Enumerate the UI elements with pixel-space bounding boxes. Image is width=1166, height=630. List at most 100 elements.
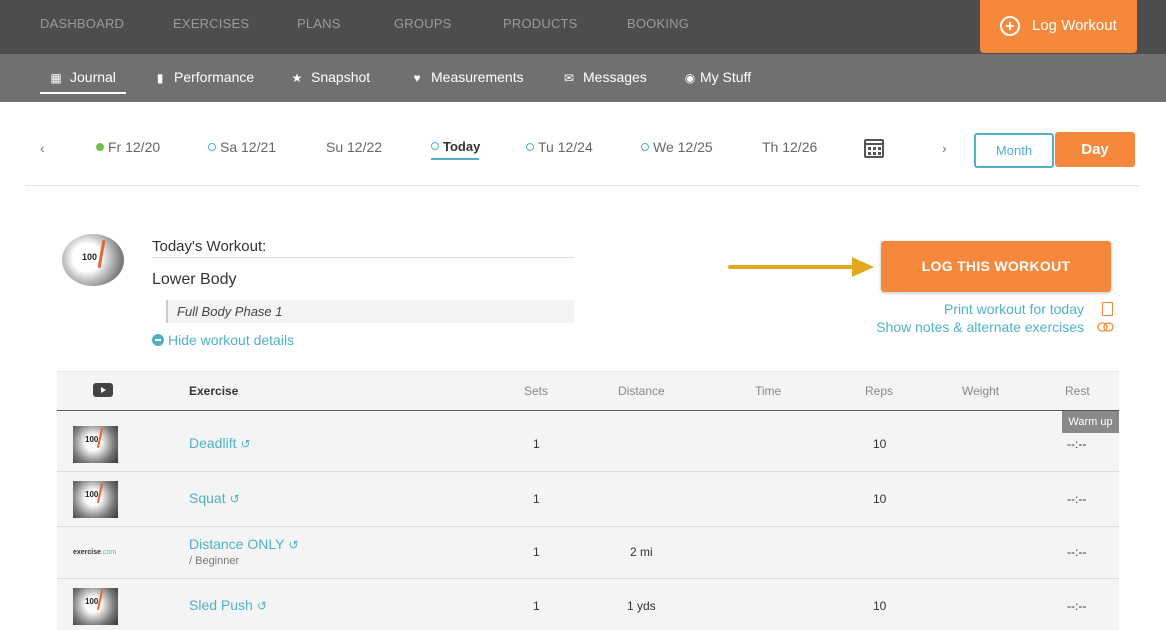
thumb-number: 100 xyxy=(85,597,99,606)
date-today[interactable]: Today xyxy=(431,139,480,154)
month-view-button[interactable]: Month xyxy=(974,133,1054,168)
subnav-performance[interactable]: ▮ Performance xyxy=(152,69,254,85)
nav-products[interactable]: PRODUCTS xyxy=(503,16,578,31)
day-view-button[interactable]: Day xyxy=(1055,132,1135,167)
exercise-link[interactable]: Distance ONLY ↺ xyxy=(189,536,299,552)
date-label: Fr 12/20 xyxy=(108,139,161,155)
star-icon: ★ xyxy=(291,71,303,85)
history-icon[interactable]: ↺ xyxy=(240,437,250,451)
show-notes-link[interactable]: Show notes & alternate exercises xyxy=(876,319,1084,335)
exercise-name: Sled Push xyxy=(189,597,253,613)
subnav-measurements[interactable]: ♥ Measurements xyxy=(409,69,524,85)
date-we-12-25[interactable]: We 12/25 xyxy=(641,139,713,155)
col-sets: Sets xyxy=(524,384,549,398)
minus-circle-icon xyxy=(152,334,164,346)
col-time: Time xyxy=(755,384,782,398)
table-row: 100 Sled Push ↺ 1 1 yds 10 --:-- xyxy=(57,579,1119,630)
subnav-snapshot[interactable]: ★ Snapshot xyxy=(289,69,371,85)
history-icon[interactable]: ↺ xyxy=(288,538,298,552)
date-label: Su 12/22 xyxy=(326,139,383,155)
subnav-my-stuff-label: My Stuff xyxy=(700,69,752,85)
subnav-snapshot-label: Snapshot xyxy=(311,69,371,85)
reps-value: 10 xyxy=(873,492,887,506)
date-label: Sa 12/21 xyxy=(220,139,277,155)
date-sa-12-21[interactable]: Sa 12/21 xyxy=(208,139,276,155)
logo-domain: .com xyxy=(101,549,117,556)
subnav-measurements-label: Measurements xyxy=(431,69,524,85)
date-tu-12-24[interactable]: Tu 12/24 xyxy=(526,139,593,155)
exercise-name: Deadlift xyxy=(189,435,237,451)
next-week-chevron-icon[interactable]: › xyxy=(942,140,947,156)
nav-groups[interactable]: GROUPS xyxy=(394,16,452,31)
exercise-level: / Beginner xyxy=(189,555,240,567)
rest-value: --:-- xyxy=(1067,437,1087,451)
print-workout-link[interactable]: Print workout for today xyxy=(944,301,1084,317)
calendar-icon[interactable] xyxy=(864,139,884,158)
subnav-messages-label: Messages xyxy=(583,69,647,85)
thumb-number: 100 xyxy=(85,435,99,444)
col-exercise: Exercise xyxy=(189,384,239,398)
reps-value: 10 xyxy=(873,437,887,451)
prev-week-chevron-icon[interactable]: ‹ xyxy=(40,140,45,156)
exercise-link[interactable]: Deadlift ↺ xyxy=(189,435,251,451)
bar-chart-icon: ▮ xyxy=(156,71,164,85)
hide-details-label: Hide workout details xyxy=(168,332,295,348)
col-distance: Distance xyxy=(618,384,665,398)
nav-dashboard[interactable]: DASHBOARD xyxy=(40,16,124,31)
envelope-icon: ✉ xyxy=(563,71,575,85)
col-reps: Reps xyxy=(865,384,894,398)
log-workout-label: Log Workout xyxy=(1032,17,1117,34)
calendar-check-icon: ▦ xyxy=(50,71,62,85)
logo-text: exercise xyxy=(73,549,102,556)
active-tab-indicator xyxy=(40,92,126,94)
video-play-icon xyxy=(93,383,113,397)
user-circle-icon: ◉ xyxy=(684,71,696,85)
exercise-link[interactable]: Sled Push ↺ xyxy=(189,597,267,613)
divider xyxy=(152,257,574,258)
exercise-thumbnail: 100 xyxy=(73,426,118,463)
divider xyxy=(26,185,1140,186)
scheduled-dot-icon xyxy=(431,142,439,150)
date-label: Today xyxy=(443,139,481,154)
scheduled-dot-icon xyxy=(526,143,534,151)
subnav-journal-label: Journal xyxy=(70,69,116,85)
exercise-com-logo: exercise.com xyxy=(73,549,116,556)
exercise-link[interactable]: Squat ↺ xyxy=(189,490,240,506)
distance-value: 1 yds xyxy=(627,599,656,613)
workout-name: Lower Body xyxy=(152,271,237,288)
col-rest: Rest xyxy=(1065,384,1090,398)
history-icon[interactable]: ↺ xyxy=(257,599,267,613)
date-label: Tu 12/24 xyxy=(538,139,593,155)
subnav-my-stuff[interactable]: ◉ My Stuff xyxy=(682,69,751,85)
exercise-name: Squat xyxy=(189,490,226,506)
log-this-workout-button[interactable]: LOG THIS WORKOUT xyxy=(881,241,1111,292)
rest-value: --:-- xyxy=(1067,599,1087,613)
rest-value: --:-- xyxy=(1067,545,1087,559)
hide-workout-details-link[interactable]: Hide workout details xyxy=(152,332,294,348)
date-su-12-22[interactable]: Su 12/22 xyxy=(326,139,382,155)
sets-value: 1 xyxy=(533,492,540,506)
nav-exercises[interactable]: EXERCISES xyxy=(173,16,249,31)
history-icon[interactable]: ↺ xyxy=(230,492,240,506)
log-workout-button[interactable]: Log Workout xyxy=(980,0,1137,53)
table-row: exercise.com Distance ONLY ↺ / Beginner 1… xyxy=(57,527,1119,579)
workout-avatar: 100 xyxy=(62,234,124,286)
date-fr-12-20[interactable]: Fr 12/20 xyxy=(96,139,160,155)
exercise-name: Distance ONLY xyxy=(189,536,285,552)
plan-name: Full Body Phase 1 xyxy=(166,300,574,323)
nav-booking[interactable]: BOOKING xyxy=(627,16,689,31)
rest-value: --:-- xyxy=(1067,492,1087,506)
sets-value: 1 xyxy=(533,545,540,559)
nav-plans[interactable]: PLANS xyxy=(297,16,341,31)
alternate-exercises-icon xyxy=(1097,322,1114,332)
heartbeat-icon: ♥ xyxy=(413,71,421,85)
document-icon xyxy=(1102,302,1113,316)
subnav-messages[interactable]: ✉ Messages xyxy=(561,69,647,85)
completed-dot-icon xyxy=(96,143,104,151)
date-th-12-26[interactable]: Th 12/26 xyxy=(762,139,817,155)
sets-value: 1 xyxy=(533,437,540,451)
table-row: 100 Squat ↺ 1 10 --:-- xyxy=(57,472,1119,527)
sub-navigation: ▦ Journal ▮ Performance ★ Snapshot ♥ Measure… xyxy=(0,54,1166,102)
subnav-journal[interactable]: ▦ Journal xyxy=(48,69,116,85)
warm-up-badge: Warm up xyxy=(1062,411,1119,433)
